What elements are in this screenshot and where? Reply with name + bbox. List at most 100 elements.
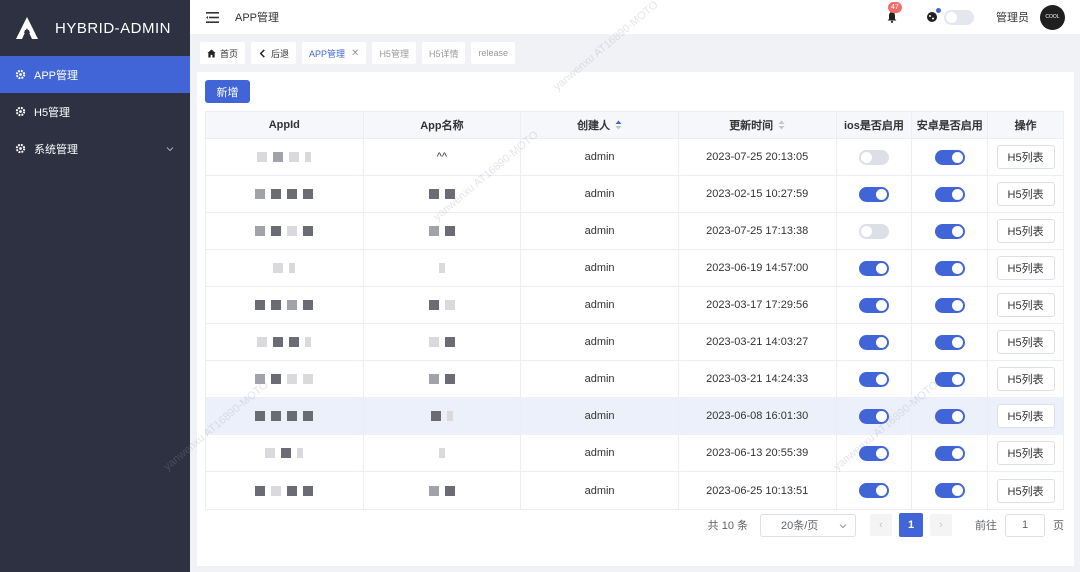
ios-enabled-switch[interactable] bbox=[858, 260, 889, 276]
menu-toggle-icon[interactable] bbox=[206, 11, 219, 23]
cell-android-enabled bbox=[912, 139, 989, 175]
tab-back[interactable]: 后退 bbox=[251, 42, 297, 64]
redacted-value bbox=[428, 300, 455, 310]
android-enabled-switch[interactable] bbox=[934, 334, 965, 350]
cell-android-enabled bbox=[912, 213, 989, 249]
sidebar-item-system[interactable]: 系统管理 bbox=[0, 130, 190, 167]
prev-page-button[interactable]: ‹ bbox=[870, 514, 892, 536]
cell-actions: H5列表 bbox=[988, 213, 1063, 249]
theme-button[interactable] bbox=[926, 8, 941, 23]
goto-page-input[interactable]: 1 bbox=[1005, 513, 1045, 537]
android-enabled-switch[interactable] bbox=[934, 149, 965, 165]
tab-label: release bbox=[478, 48, 508, 58]
ios-enabled-switch[interactable] bbox=[858, 223, 889, 239]
add-button[interactable]: 新增 bbox=[205, 80, 250, 103]
column-header-app-name: App名称 bbox=[364, 112, 522, 138]
page-size-value: 20条/页 bbox=[781, 520, 819, 532]
h5-list-button[interactable]: H5列表 bbox=[996, 293, 1055, 317]
h5-list-button[interactable]: H5列表 bbox=[996, 367, 1055, 391]
tab-app-management[interactable]: APP管理 ✕ bbox=[302, 42, 367, 64]
android-enabled-switch[interactable] bbox=[934, 445, 965, 461]
header-actions: 47 管理员 COOL bbox=[886, 2, 1080, 30]
ios-enabled-switch[interactable] bbox=[858, 408, 889, 424]
android-enabled-switch[interactable] bbox=[934, 223, 965, 239]
h5-list-button[interactable]: H5列表 bbox=[996, 256, 1055, 280]
redacted-value bbox=[257, 337, 312, 347]
cell-updated-time: 2023-03-21 14:24:33 bbox=[679, 361, 837, 397]
ios-enabled-switch[interactable] bbox=[858, 297, 889, 313]
cell-app-name bbox=[364, 472, 522, 509]
notification-button[interactable]: 47 bbox=[886, 2, 902, 23]
column-header-creator[interactable]: 创建人 bbox=[521, 112, 679, 138]
close-icon[interactable]: ✕ bbox=[351, 48, 359, 59]
cell-actions: H5列表 bbox=[988, 176, 1063, 212]
goto-suffix: 页 bbox=[1053, 520, 1064, 532]
h5-list-button[interactable]: H5列表 bbox=[996, 441, 1055, 465]
android-enabled-switch[interactable] bbox=[934, 371, 965, 387]
table-row: ^^ admin 2023-07-25 20:13:05 H5列表 bbox=[206, 139, 1063, 176]
android-enabled-switch[interactable] bbox=[934, 186, 965, 202]
avatar[interactable]: COOL bbox=[1040, 4, 1065, 30]
tabs-bar: 首页 后退 APP管理 ✕ H5管理 H5详情 release bbox=[190, 34, 1080, 72]
username[interactable]: 管理员 bbox=[996, 9, 1029, 25]
h5-list-button[interactable]: H5列表 bbox=[996, 330, 1055, 354]
ios-enabled-switch[interactable] bbox=[858, 186, 889, 202]
cell-android-enabled bbox=[912, 435, 989, 471]
cell-android-enabled bbox=[912, 398, 989, 434]
cell-creator: admin bbox=[521, 324, 679, 360]
android-enabled-switch[interactable] bbox=[934, 408, 965, 424]
ios-enabled-switch[interactable] bbox=[858, 445, 889, 461]
tab-label: 首页 bbox=[220, 48, 239, 59]
android-enabled-switch[interactable] bbox=[934, 297, 965, 313]
tab-label: APP管理 bbox=[309, 48, 346, 59]
redacted-value bbox=[255, 485, 314, 496]
ios-enabled-switch[interactable] bbox=[858, 334, 889, 350]
cell-app-name bbox=[364, 250, 522, 286]
cell-app-name bbox=[364, 287, 522, 323]
redacted-value bbox=[430, 411, 453, 421]
cell-app-name bbox=[364, 435, 522, 471]
h5-list-button[interactable]: H5列表 bbox=[996, 182, 1055, 206]
pagination: 共 10 条 20条/页 ‹ 1 › 前往 1 页 bbox=[708, 513, 1064, 537]
cell-creator: admin bbox=[521, 398, 679, 434]
sort-icon[interactable] bbox=[615, 120, 622, 130]
sidebar-item-h5[interactable]: H5管理 bbox=[0, 93, 190, 130]
main-content: 新增 AppId App名称 创建人 更新时间 ios是否启用 安卓是否启用 操… bbox=[197, 72, 1074, 566]
table-row: admin 2023-06-08 16:01:30 H5列表 bbox=[206, 398, 1063, 435]
tab-h5-management[interactable]: H5管理 bbox=[372, 42, 416, 64]
cell-creator: admin bbox=[521, 435, 679, 471]
tab-home[interactable]: 首页 bbox=[200, 42, 246, 64]
cell-appid bbox=[206, 139, 364, 175]
column-header-updated-time[interactable]: 更新时间 bbox=[679, 112, 837, 138]
h5-list-button[interactable]: H5列表 bbox=[996, 219, 1055, 243]
page-size-select[interactable]: 20条/页 bbox=[760, 513, 856, 537]
column-header-actions: 操作 bbox=[1014, 120, 1037, 132]
ios-enabled-switch[interactable] bbox=[858, 483, 889, 498]
page-number-current[interactable]: 1 bbox=[899, 513, 923, 537]
ios-enabled-switch[interactable] bbox=[858, 149, 889, 165]
tab-release[interactable]: release bbox=[471, 42, 515, 64]
tab-h5-detail[interactable]: H5详情 bbox=[421, 42, 466, 64]
sidebar-item-app[interactable]: APP管理 bbox=[0, 56, 190, 93]
android-enabled-switch[interactable] bbox=[934, 260, 965, 276]
android-enabled-switch[interactable] bbox=[934, 483, 965, 498]
sidebar-item-label: H5管理 bbox=[34, 106, 71, 119]
h5-list-button[interactable]: H5列表 bbox=[996, 145, 1055, 169]
cell-creator: admin bbox=[521, 361, 679, 397]
chevron-down-icon bbox=[839, 523, 847, 528]
h5-list-button[interactable]: H5列表 bbox=[996, 404, 1055, 428]
sort-icon[interactable] bbox=[778, 120, 785, 130]
back-icon bbox=[259, 48, 265, 58]
app-table: AppId App名称 创建人 更新时间 ios是否启用 安卓是否启用 操作 ^… bbox=[205, 111, 1064, 510]
cell-ios-enabled bbox=[837, 324, 913, 360]
redacted-value bbox=[255, 226, 314, 236]
app-name-text: ^^ bbox=[436, 151, 448, 163]
next-page-button[interactable]: › bbox=[930, 514, 952, 536]
cell-app-name bbox=[364, 176, 522, 212]
dark-mode-toggle[interactable] bbox=[944, 9, 974, 25]
column-header-ios-enabled: ios是否启用 bbox=[837, 112, 913, 138]
cell-actions: H5列表 bbox=[988, 435, 1063, 471]
cell-appid bbox=[206, 250, 364, 286]
ios-enabled-switch[interactable] bbox=[858, 371, 889, 387]
h5-list-button[interactable]: H5列表 bbox=[996, 478, 1055, 503]
